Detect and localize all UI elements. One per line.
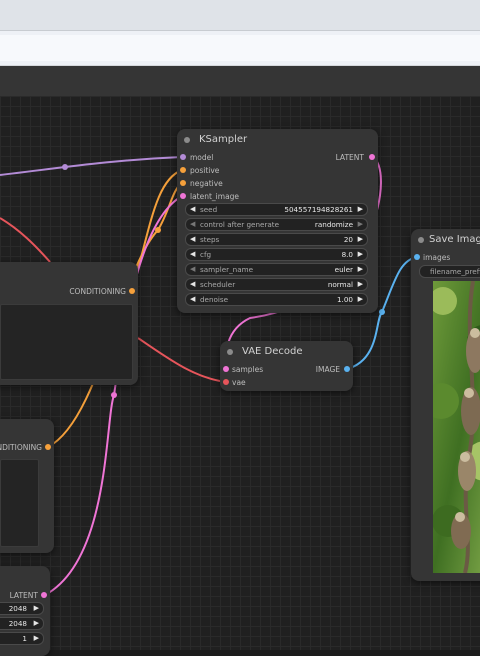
vae-decode-title[interactable]: VAE Decode: [220, 341, 353, 363]
image-output-label: IMAGE: [315, 365, 340, 374]
vae-wire[interactable]: [137, 337, 227, 383]
widget-value: 2048: [8, 619, 27, 628]
widget-name: sampler_name: [200, 265, 254, 274]
increment-icon[interactable]: ▶: [358, 204, 363, 215]
widget-value: euler: [334, 265, 353, 274]
widget-name: seed: [200, 205, 218, 214]
decrement-icon[interactable]: ◀: [190, 264, 195, 275]
cfg-widget[interactable]: ◀ cfg 8.0 ▶: [185, 248, 368, 261]
image-output-dot[interactable]: [344, 366, 350, 372]
scheduler-widget[interactable]: ◀ scheduler normal ▶: [185, 278, 368, 291]
clip-positive-node[interactable]: CONDITIONING: [0, 262, 138, 385]
increment-icon[interactable]: ▶: [358, 294, 363, 305]
widget-value: 8.0: [341, 250, 353, 259]
increment-icon[interactable]: ▶: [34, 618, 39, 629]
denoise-widget[interactable]: ◀ denoise 1.00 ▶: [185, 293, 368, 306]
images-input-label: images: [423, 253, 451, 262]
latent-image-input-label: latent_image: [190, 192, 240, 201]
widget-name: scheduler: [200, 280, 236, 289]
widget-value: normal: [327, 280, 353, 289]
filename-prefix-widget[interactable]: filename_prefix: [419, 265, 480, 278]
widget-name: filename_prefix: [430, 267, 480, 276]
model-wire-midpoint[interactable]: [62, 164, 68, 170]
batch-size-widget[interactable]: 1 ▶: [0, 632, 44, 645]
decrement-icon[interactable]: ◀: [190, 234, 195, 245]
collapse-dot-icon[interactable]: [184, 137, 190, 143]
widget-name: denoise: [200, 295, 229, 304]
samples-input-dot[interactable]: [223, 366, 229, 372]
clip-wire[interactable]: [0, 217, 51, 263]
save-image-title-text: Save Image: [429, 234, 480, 245]
model-wire[interactable]: [0, 156, 183, 176]
latent-image-input-dot[interactable]: [180, 193, 186, 199]
increment-icon[interactable]: ▶: [358, 249, 363, 260]
increment-icon[interactable]: ▶: [358, 279, 363, 290]
image-wire-midpoint[interactable]: [379, 309, 385, 315]
latent-wire-midpoint[interactable]: [111, 392, 117, 398]
widget-value: randomize: [314, 220, 353, 229]
clip-negative-node[interactable]: NDITIONING: [0, 419, 54, 553]
latent-output-dot[interactable]: [41, 592, 47, 598]
increment-icon[interactable]: ▶: [358, 234, 363, 245]
save-image-node[interactable]: Save Image images filename_prefix: [411, 229, 480, 581]
vae-decode-title-text: VAE Decode: [242, 346, 303, 357]
latent-output-label: LATENT: [9, 591, 38, 600]
decrement-icon[interactable]: ◀: [190, 219, 195, 230]
vae-input-dot[interactable]: [223, 379, 229, 385]
increment-icon[interactable]: ▶: [358, 219, 363, 230]
sampler-name-widget[interactable]: ◀ sampler_name euler ▶: [185, 263, 368, 276]
generated-image-preview[interactable]: [433, 281, 480, 573]
model-input-dot[interactable]: [180, 154, 186, 160]
widget-name: cfg: [200, 250, 212, 259]
conditioning-output-label: NDITIONING: [0, 443, 42, 452]
increment-icon[interactable]: ▶: [34, 603, 39, 614]
widget-value: 20: [343, 235, 353, 244]
vae-input-label: vae: [232, 378, 246, 387]
positive-input-dot[interactable]: [180, 167, 186, 173]
widget-name: control after generate: [200, 220, 280, 229]
ksampler-title[interactable]: KSampler: [177, 129, 378, 151]
decrement-icon[interactable]: ◀: [190, 294, 195, 305]
height-widget[interactable]: 2048 ▶: [0, 617, 44, 630]
collapse-dot-icon[interactable]: [418, 237, 424, 243]
prompt-textarea[interactable]: [0, 459, 39, 547]
conditioning-output-dot[interactable]: [45, 444, 51, 450]
images-input-dot[interactable]: [414, 254, 420, 260]
decrement-icon[interactable]: ◀: [190, 249, 195, 260]
width-widget[interactable]: 2048 ▶: [0, 602, 44, 615]
ksampler-title-text: KSampler: [199, 134, 248, 145]
negative-input-label: negative: [190, 179, 223, 188]
widget-name: steps: [200, 235, 220, 244]
samples-input-label: samples: [232, 365, 264, 374]
increment-icon[interactable]: ▶: [34, 633, 39, 644]
negative-wire-midpoint[interactable]: [155, 227, 161, 233]
empty-latent-node[interactable]: LATENT 2048 ▶ 2048 ▶ 1 ▶: [0, 566, 50, 656]
decrement-icon[interactable]: ◀: [190, 204, 195, 215]
widget-value: 504557194828261: [284, 205, 353, 214]
widget-value: 1.00: [336, 295, 353, 304]
conditioning-output-dot[interactable]: [129, 288, 135, 294]
prompt-textarea[interactable]: [0, 304, 133, 380]
seed-widget[interactable]: ◀ seed 504557194828261 ▶: [185, 203, 368, 216]
widget-value: 2048: [8, 604, 27, 613]
decrement-icon[interactable]: ◀: [190, 279, 195, 290]
negative-input-dot[interactable]: [180, 180, 186, 186]
latent-output-label: LATENT: [335, 153, 364, 162]
save-image-title[interactable]: Save Image: [411, 229, 480, 251]
model-input-label: model: [190, 153, 214, 162]
latent-output-dot[interactable]: [369, 154, 375, 160]
conditioning-output-label: CONDITIONING: [69, 287, 126, 296]
control-after-generate-widget[interactable]: ◀ control after generate randomize ▶: [185, 218, 368, 231]
steps-widget[interactable]: ◀ steps 20 ▶: [185, 233, 368, 246]
ksampler-node[interactable]: KSampler model positive negative latent_…: [177, 129, 378, 313]
collapse-dot-icon[interactable]: [227, 349, 233, 355]
vae-decode-node[interactable]: VAE Decode samples vae IMAGE: [220, 341, 353, 391]
increment-icon[interactable]: ▶: [358, 264, 363, 275]
positive-input-label: positive: [190, 166, 220, 175]
widget-value: 1: [22, 634, 27, 643]
